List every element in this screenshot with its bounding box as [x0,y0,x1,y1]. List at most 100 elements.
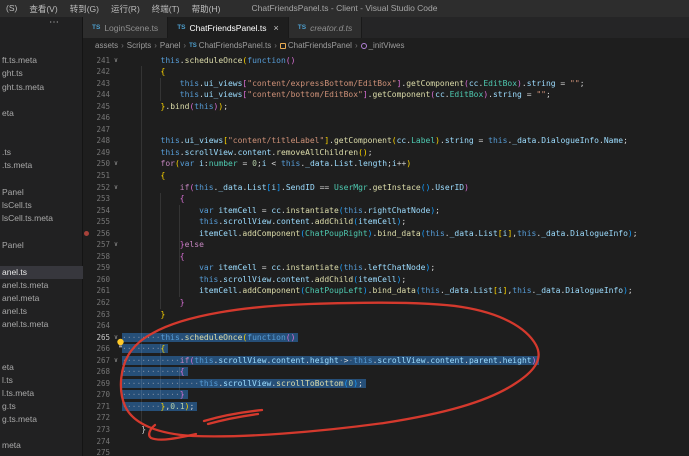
code-line[interactable]: 270 ············} [83,389,689,401]
line-number[interactable]: 241 [83,55,110,67]
code-line[interactable]: 262 } [83,297,689,309]
file-item[interactable]: Panel [0,186,83,199]
line-number[interactable]: 265 [83,332,110,344]
code-line[interactable]: 250 ∨ for(var i:number = 0;i < this._data… [83,158,689,170]
code-text[interactable]: { [122,251,185,263]
code-line[interactable]: 254 var itemCell = cc.instantiate(this.r… [83,205,689,217]
line-number[interactable]: 274 [83,436,110,448]
line-number[interactable]: 272 [83,412,110,424]
code-text[interactable]: { [122,193,185,205]
fold-chevron-icon[interactable]: ∨ [110,355,122,367]
breadcrumb-item-Panel[interactable]: Panel [160,41,180,50]
fold-chevron-icon[interactable]: ∨ [110,182,122,194]
breadcrumb-item-ChatFriendsPanel.ts[interactable]: TS ChatFriendsPanel.ts [189,41,271,50]
code-text[interactable]: this.scheduleOnce(function() [122,55,296,67]
code-line[interactable]: 244 this.ui_views["content/bottom/EditBo… [83,89,689,101]
code-line[interactable]: 272 [83,412,689,424]
code-text[interactable]: }else [122,239,204,251]
code-line[interactable]: 243 this.ui_views["content/expressBottom… [83,78,689,90]
file-item[interactable]: meta [0,439,83,452]
code-line[interactable]: 269 ················this.scrollView.scrol… [83,378,689,390]
code-line[interactable]: 245 }.bind(this)); [83,101,689,113]
code-text[interactable]: this.ui_views["content/titleLabel"].getC… [122,135,628,147]
code-text[interactable]: } [122,424,146,436]
code-line[interactable]: 271 ········},0.1); [83,401,689,413]
line-number[interactable]: 267 [83,355,110,367]
code-text[interactable]: for(var i:number = 0;i < this._data.List… [122,158,412,170]
code-text[interactable]: ················this.scrollView.scrollTo… [122,378,366,390]
file-item[interactable]: ght.ts.meta [0,81,83,94]
code-line[interactable]: 274 [83,436,689,448]
code-text[interactable]: ············if(this.scrollView.content.h… [122,355,540,367]
menu-item-1[interactable]: 查看(V) [23,3,63,15]
menu-item-0[interactable]: (S) [0,3,23,15]
breadcrumb-item-_initViwes[interactable]: _initViwes [360,41,404,50]
breadcrumb-item-ChatFriendsPanel[interactable]: ChatFriendsPanel [279,41,352,50]
lightbulb-icon[interactable] [116,333,125,352]
code-line[interactable]: 242 { [83,66,689,78]
tab-ChatFriendsPanel.ts[interactable]: TS ChatFriendsPanel.ts × [168,17,289,38]
code-line[interactable]: 275 [83,447,689,456]
line-number[interactable]: 271 [83,401,110,413]
code-line[interactable]: 251 { [83,170,689,182]
fold-chevron-icon[interactable]: ∨ [110,158,122,170]
line-number[interactable]: 269 [83,378,110,390]
file-item[interactable]: g.ts [0,400,83,413]
close-icon[interactable]: × [274,23,279,33]
menu-item-2[interactable]: 转到(G) [64,3,105,15]
file-item[interactable]: Panel [0,239,83,252]
code-text[interactable]: this.scrollView.content.addChild(itemCel… [122,274,406,286]
code-line[interactable]: 246 [83,112,689,124]
code-text[interactable]: ········this.scheduleOnce(function() [122,332,299,344]
line-number[interactable]: 273 [83,424,110,436]
code-line[interactable]: 253 { [83,193,689,205]
code-line[interactable]: 258 { [83,251,689,263]
code-text[interactable]: } [122,297,185,309]
file-item[interactable]: l.ts [0,374,83,387]
code-line[interactable]: 273 } [83,424,689,436]
menu-item-3[interactable]: 运行(R) [105,3,146,15]
line-number[interactable]: 252 [83,182,110,194]
file-item[interactable]: anel.ts.meta [0,318,83,331]
fold-chevron-icon[interactable]: ∨ [110,239,122,251]
line-number[interactable]: 275 [83,447,110,456]
code-text[interactable]: ········{ [122,343,169,355]
line-number[interactable]: 249 [83,147,110,159]
line-number[interactable]: 253 [83,193,110,205]
code-line[interactable]: 259 var itemCell = cc.instantiate(this.l… [83,262,689,274]
line-number[interactable]: 262 [83,297,110,309]
code-line[interactable]: 257 ∨ }else [83,239,689,251]
line-number[interactable]: 268 [83,366,110,378]
code-text[interactable]: var itemCell = cc.instantiate(this.leftC… [122,262,435,274]
line-number[interactable]: 257 [83,239,110,251]
line-number[interactable]: 242 [83,66,110,78]
code-text[interactable]: }.bind(this)); [122,101,229,113]
code-text[interactable]: this.scrollView.content.addChild(itemCel… [122,216,406,228]
file-item[interactable]: lsCell.ts [0,199,83,212]
line-number[interactable]: 250 [83,158,110,170]
file-item[interactable]: g.ts.meta [0,413,83,426]
code-text[interactable]: this.ui_views["content/bottom/EditBox"].… [122,89,551,101]
file-item[interactable]: eta [0,361,83,374]
code-line[interactable]: 268 ············{ [83,366,689,378]
code-text[interactable]: this.ui_views["content/expressBottom/Edi… [122,78,585,90]
code-text[interactable]: if(this._data.List[i].SendID == UserMgr.… [122,182,469,194]
file-item[interactable]: anel.ts.meta [0,279,83,292]
code-text[interactable]: { [122,66,166,78]
code-line[interactable]: 264 [83,320,689,332]
code-line[interactable]: 252 ∨ if(this._data.List[i].SendID == Use… [83,182,689,194]
file-item[interactable]: .ts.meta [0,159,83,172]
code-line[interactable]: 265 ∨ ········this.scheduleOnce(function() [83,332,689,344]
line-number[interactable]: 259 [83,262,110,274]
line-number[interactable]: 245 [83,101,110,113]
menu-item-5[interactable]: 帮助(H) [186,3,227,15]
code-text[interactable]: ········},0.1); [122,401,198,413]
file-item[interactable]: l.ts.meta [0,387,83,400]
code-text[interactable]: var itemCell = cc.instantiate(this.right… [122,205,440,217]
code-text[interactable]: ············{ [122,366,188,378]
line-number[interactable]: 246 [83,112,110,124]
line-number[interactable]: 247 [83,124,110,136]
code-editor[interactable]: 241 ∨ this.scheduleOnce(function() 242 {24… [83,53,689,456]
line-number[interactable]: 266 [83,343,110,355]
code-text[interactable]: } [122,309,166,321]
